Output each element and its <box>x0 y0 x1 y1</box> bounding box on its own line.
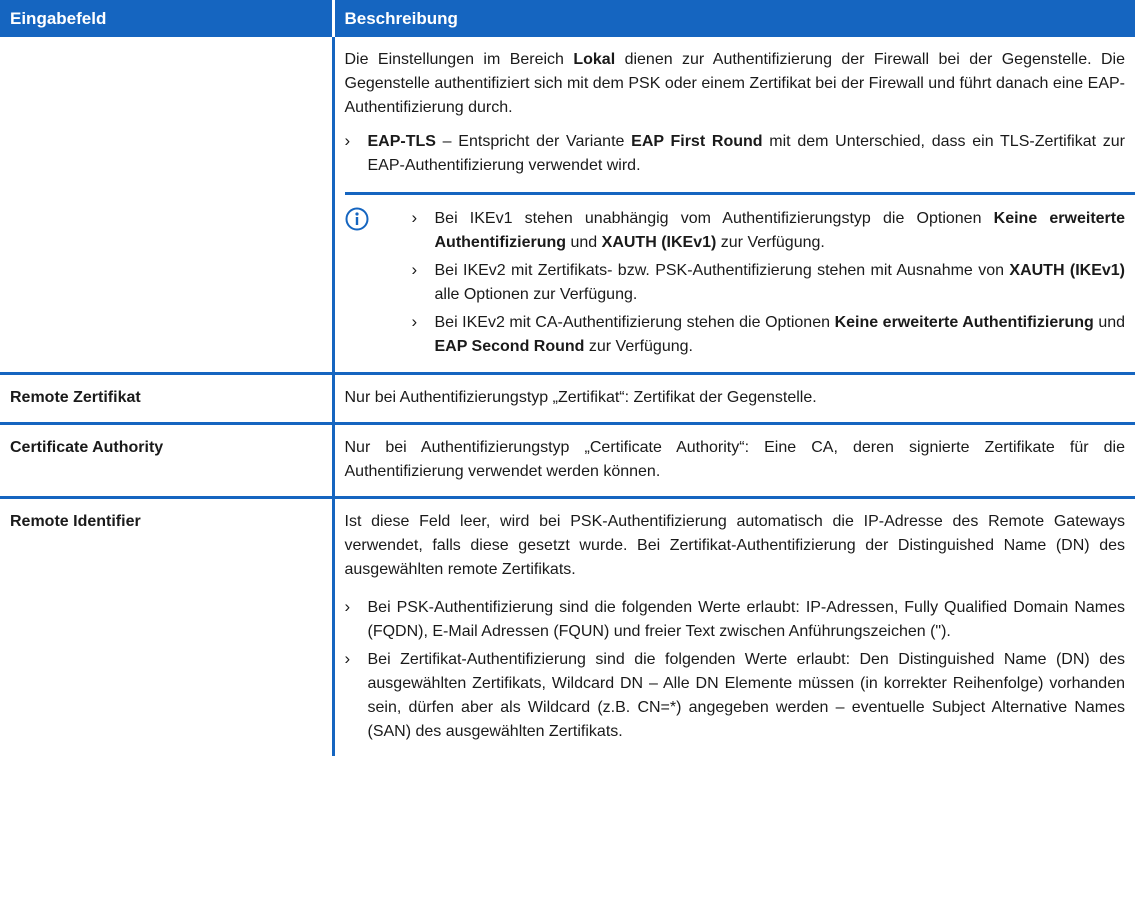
chevron-right-icon: › <box>344 649 351 668</box>
chevron-right-icon: › <box>344 131 351 150</box>
list-item-text: Bei IKEv2 mit CA-Authentifizierung stehe… <box>435 311 1126 359</box>
text-span: – Entspricht der Variante <box>435 133 632 150</box>
description-paragraph: Nur bei Authentifizierungstyp „Zertifika… <box>344 389 817 406</box>
text-span: Bei IKEv1 stehen unabhängig vom Authenti… <box>434 210 994 227</box>
list-item: › EAP-TLS – Entspricht der Variante EAP … <box>345 130 1126 178</box>
info-note-list: › Bei IKEv1 stehen unabhängig vom Authen… <box>395 207 1126 363</box>
header-beschreibung: Beschreibung <box>333 0 1135 37</box>
list-item: › Bei PSK-Authentifizierung sind die fol… <box>345 596 1126 644</box>
list-item-text: Bei Zertifikat-Authentifizierung sind di… <box>367 651 1126 740</box>
description-paragraph: Ist diese Feld leer, wird bei PSK-Authen… <box>344 513 1126 578</box>
list-item: › Bei IKEv1 stehen unabhängig vom Authen… <box>412 207 1126 255</box>
field-description: Nur bei Authentifizierungstyp „Zertifika… <box>333 373 1135 425</box>
field-description: Die Einstellungen im Bereich Lokal diene… <box>333 37 1135 375</box>
bold-term: EAP First Round <box>631 133 763 150</box>
parameter-table: Eingabefeld Beschreibung Die Einstellung… <box>0 0 1135 756</box>
list-item: › Bei IKEv2 mit Zertifikats- bzw. PSK-Au… <box>412 259 1126 307</box>
chevron-right-icon: › <box>411 208 418 227</box>
bold-term: XAUTH (IKEv1) <box>601 234 717 251</box>
field-label: Remote Zertifikat <box>0 373 335 425</box>
list-item-text: EAP-TLS – Entspricht der Variante EAP Fi… <box>368 130 1126 178</box>
text-span: alle Optionen zur Verfügung. <box>434 286 638 303</box>
field-description: Nur bei Authentifizierungstyp „Certifica… <box>333 423 1135 499</box>
field-label: Remote Identifier <box>0 497 335 756</box>
text-span: und <box>1093 314 1126 331</box>
header-eingabefeld: Eingabefeld <box>0 0 335 37</box>
info-note: › Bei IKEv1 stehen unabhängig vom Authen… <box>344 192 1135 363</box>
text-span: Die Einstellungen im Bereich <box>344 51 574 68</box>
description-paragraph: Nur bei Authentifizierungstyp „Certifica… <box>344 439 1126 480</box>
list-item: › Bei IKEv2 mit CA-Authentifizierung ste… <box>412 311 1126 359</box>
text-span: und <box>566 234 602 251</box>
list-item-text: Bei IKEv1 stehen unabhängig vom Authenti… <box>435 207 1126 255</box>
field-label-empty <box>0 37 335 375</box>
list-item-text: Bei IKEv2 mit Zertifikats- bzw. PSK-Auth… <box>435 259 1126 307</box>
text-span: zur Verfügung. <box>716 234 825 251</box>
chevron-right-icon: › <box>411 312 418 331</box>
bold-term: XAUTH (IKEv1) <box>1009 262 1125 279</box>
table-header-row: Eingabefeld Beschreibung <box>0 0 1135 37</box>
list-item: › Bei Zertifikat-Authentifizierung sind … <box>345 648 1126 744</box>
chevron-right-icon: › <box>411 260 418 279</box>
field-label: Certificate Authority <box>0 423 335 499</box>
description-paragraph: Die Einstellungen im Bereich Lokal diene… <box>345 48 1126 120</box>
bold-term-lokal: Lokal <box>573 51 616 68</box>
table-row: Certificate Authority Nur bei Authentifi… <box>0 423 1135 499</box>
list-item-text: Bei PSK-Authentifizierung sind die folge… <box>367 599 1126 640</box>
table-row: Die Einstellungen im Bereich Lokal diene… <box>0 37 1135 375</box>
document-page: Eingabefeld Beschreibung Die Einstellung… <box>0 0 1135 756</box>
bold-term: EAP Second Round <box>434 338 585 355</box>
info-icon <box>345 207 395 363</box>
text-span: zur Verfügung. <box>584 338 693 355</box>
text-span: Bei IKEv2 mit CA-Authentifizierung stehe… <box>434 314 835 331</box>
table-row: Remote Zertifikat Nur bei Authentifizier… <box>0 373 1135 425</box>
field-description: Ist diese Feld leer, wird bei PSK-Authen… <box>333 498 1135 757</box>
table-row: Remote Identifier Ist diese Feld leer, w… <box>0 497 1135 757</box>
bold-term: Keine erweiterte Authentifizierung <box>834 314 1094 331</box>
bold-term: EAP-TLS <box>367 133 436 150</box>
text-span: Bei IKEv2 mit Zertifikats- bzw. PSK-Auth… <box>434 262 1010 279</box>
chevron-right-icon: › <box>344 597 351 616</box>
